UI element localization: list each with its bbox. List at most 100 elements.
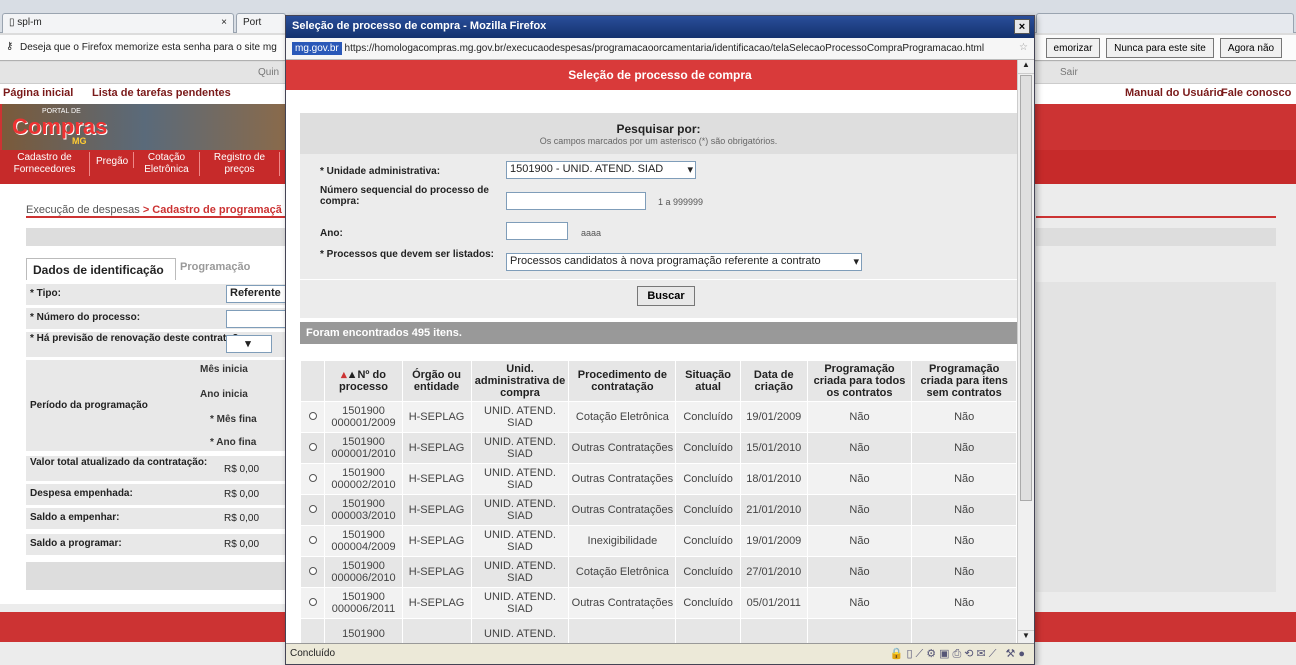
table-cell: UNID. ATEND. SIAD: [470, 432, 570, 464]
table-cell: Outras Contratações: [568, 432, 677, 464]
divider: [300, 279, 1017, 280]
contact-link[interactable]: Fale conosco: [1221, 87, 1291, 99]
browser-tab[interactable]: ▯ spl-m ×: [2, 13, 234, 33]
table-cell: Não: [806, 401, 913, 433]
table-cell: Não: [911, 463, 1017, 495]
table-cell: H-SEPLAG: [401, 432, 472, 464]
table-row[interactable]: 1501900 000004/2009 H-SEPLAG UNID. ATEND. …: [299, 525, 1017, 557]
numero-input[interactable]: [226, 310, 287, 328]
row-radio[interactable]: [308, 474, 317, 482]
table-cell: [739, 618, 808, 644]
table-cell: 1501900: [324, 618, 403, 644]
results-body: 1501900 000001/2009 H-SEPLAG UNID. ATEND. …: [299, 401, 1017, 644]
grey-footer: [26, 562, 287, 590]
logout-link[interactable]: Sair: [1060, 67, 1078, 78]
tab-dados-identificacao[interactable]: Dados de identificação: [26, 258, 176, 280]
col-header: Situação atual: [675, 360, 741, 402]
table-cell: 1501900 000006/2010: [324, 556, 403, 588]
period-field: Mês inicia: [200, 364, 248, 375]
menu-cotacao[interactable]: Cotação Eletrônica: [134, 152, 200, 176]
browser-tab[interactable]: [1036, 13, 1294, 33]
table-cell: [911, 618, 1017, 644]
table-row[interactable]: 1501900 000001/2010 H-SEPLAG UNID. ATEND. …: [299, 432, 1017, 464]
table-cell: H-SEPLAG: [401, 401, 472, 433]
row-saldo-empenhar: Saldo a empenhar: R$ 0,00: [26, 508, 287, 530]
strip-text: Quin: [258, 67, 280, 78]
table-cell: Concluído: [675, 432, 741, 464]
table-row[interactable]: 1501900 000002/2010 H-SEPLAG UNID. ATEND. …: [299, 463, 1017, 495]
menu-fornecedores[interactable]: Cadastro de Fornecedores: [0, 152, 90, 176]
popup-titlebar: Seleção de processo de compra - Mozilla …: [286, 16, 1034, 38]
numero-input[interactable]: [506, 192, 646, 210]
menu-registro[interactable]: Registro de preços: [200, 152, 280, 176]
table-row[interactable]: 1501900 000001/2009 H-SEPLAG UNID. ATEND. …: [299, 401, 1017, 433]
tipo-select[interactable]: Referente: [226, 285, 287, 303]
table-cell: Não: [911, 525, 1017, 557]
right-panel: [1036, 282, 1276, 592]
scrollbar[interactable]: ▲ ▼: [1017, 60, 1034, 644]
row-radio[interactable]: [308, 505, 317, 513]
table-row[interactable]: 1501900 000006/2011 H-SEPLAG UNID. ATEND. …: [299, 587, 1017, 619]
tasks-link[interactable]: Lista de tarefas pendentes: [92, 87, 231, 99]
browser-tab[interactable]: Port: [236, 13, 286, 33]
home-link[interactable]: Página inicial: [3, 87, 73, 99]
table-cell: Não: [806, 556, 913, 588]
table-cell: Outras Contratações: [568, 494, 677, 526]
table-cell: 19/01/2009: [739, 401, 808, 433]
popup-urlbar: mg.gov.br https://homologacompras.mg.gov…: [286, 38, 1034, 60]
scroll-up-icon[interactable]: ▲: [1018, 60, 1034, 74]
unidade-select[interactable]: 1501900 - UNID. ATEND. SIAD ▾: [506, 161, 696, 179]
url-text[interactable]: https://homologacompras.mg.gov.br/execuc…: [345, 43, 985, 54]
left-panel: Execução de despesas > Cadastro de progr…: [0, 184, 287, 604]
status-text: Concluído: [290, 648, 336, 659]
table-cell: [401, 618, 472, 644]
key-icon: ⚷: [6, 41, 14, 52]
table-cell: 27/01/2010: [739, 556, 808, 588]
table-cell: Não: [911, 556, 1017, 588]
manual-link[interactable]: Manual do Usuário: [1125, 87, 1223, 99]
table-cell: Não: [911, 494, 1017, 526]
close-icon[interactable]: ×: [1014, 19, 1030, 34]
scroll-down-icon[interactable]: ▼: [1018, 630, 1034, 644]
close-icon[interactable]: ×: [221, 17, 227, 28]
table-cell: 19/01/2009: [739, 525, 808, 557]
table-cell: Concluído: [675, 401, 741, 433]
site-identity[interactable]: mg.gov.br: [292, 42, 342, 55]
star-icon[interactable]: ☆: [1019, 42, 1028, 53]
table-cell: Não: [806, 463, 913, 495]
popup-content: Seleção de processo de compra Pesquisar …: [286, 60, 1034, 644]
row-radio[interactable]: [308, 598, 317, 606]
table-row[interactable]: 1501900 UNID. ATEND.: [299, 618, 1017, 644]
popup-statusbar: Concluído 🔒▯⟋⚙▣⎙⟲✉⟋ ⚒●: [286, 643, 1034, 664]
ano-label: Ano:: [320, 228, 343, 239]
table-row[interactable]: 1501900 000003/2010 H-SEPLAG UNID. ATEND. …: [299, 494, 1017, 526]
table-cell: UNID. ATEND. SIAD: [470, 401, 570, 433]
menu-pregao[interactable]: Pregão: [90, 152, 134, 168]
col-header[interactable]: ▴▲Nº do processo: [324, 360, 403, 402]
period-field: Ano inicia: [200, 389, 248, 400]
tab-programacao[interactable]: Programação: [180, 261, 250, 273]
scroll-thumb[interactable]: [1020, 75, 1032, 501]
select-col-header: [299, 360, 326, 402]
row-select-cell: [299, 556, 326, 588]
results-count: Foram encontrados 495 itens.: [300, 322, 1017, 344]
row-select-cell: [299, 401, 326, 433]
renovacao-select[interactable]: ▾: [226, 335, 272, 353]
remember-button[interactable]: emorizar: [1046, 38, 1100, 58]
buscar-button[interactable]: Buscar: [637, 286, 695, 306]
period-field: * Mês fina: [210, 414, 257, 425]
row-radio[interactable]: [308, 536, 317, 544]
processos-label: * Processos que devem ser listados:: [320, 249, 494, 260]
not-now-button[interactable]: Agora não: [1220, 38, 1282, 58]
table-row[interactable]: 1501900 000006/2010 H-SEPLAG UNID. ATEND. …: [299, 556, 1017, 588]
table-cell: H-SEPLAG: [401, 463, 472, 495]
never-button[interactable]: Nunca para este site: [1106, 38, 1214, 58]
col-header: Órgão ou entidade: [401, 360, 472, 402]
row-radio[interactable]: [308, 412, 317, 420]
table-cell: Outras Contratações: [568, 587, 677, 619]
table-cell: Concluído: [675, 525, 741, 557]
ano-input[interactable]: [506, 222, 568, 240]
processos-select[interactable]: Processos candidatos à nova programação …: [506, 253, 862, 271]
row-radio[interactable]: [308, 567, 317, 575]
row-radio[interactable]: [308, 443, 317, 451]
